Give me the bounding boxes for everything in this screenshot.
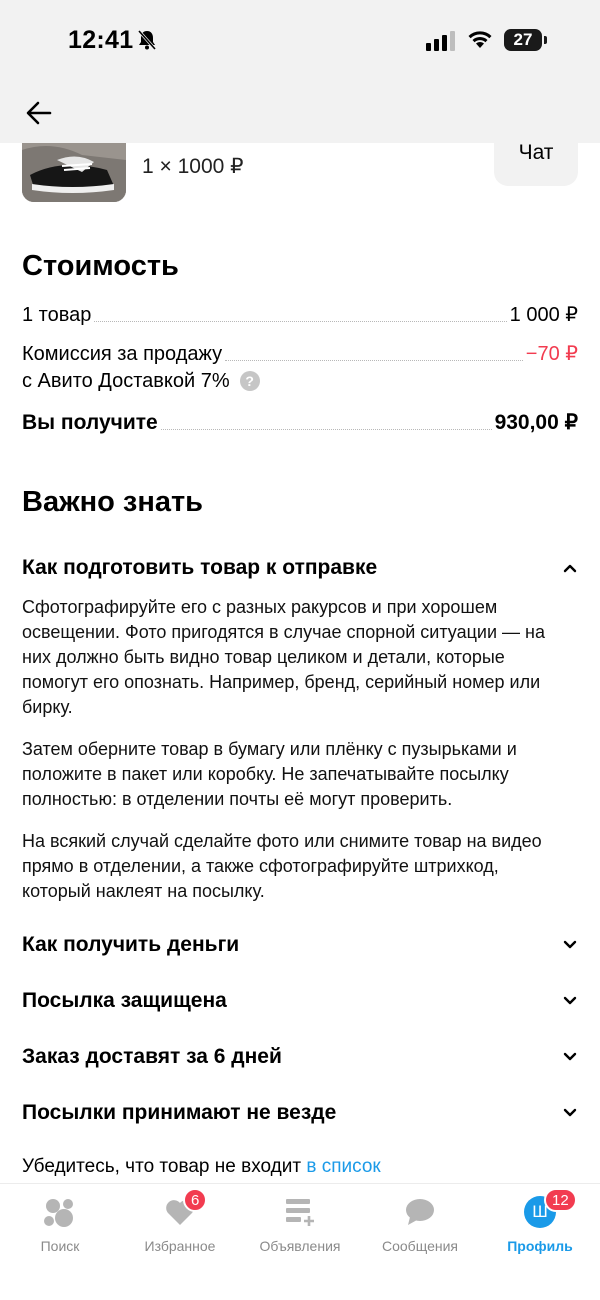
heart-icon: 6 [165, 1188, 208, 1230]
tab-label: Сообщения [382, 1238, 458, 1254]
back-arrow-icon[interactable] [26, 100, 52, 126]
bell-muted-icon [138, 30, 156, 50]
accordion-title: Как подготовить товар к отправке [22, 556, 378, 579]
product-qty-price: 1 × 1000 ₽ [142, 155, 244, 178]
commission-label-line2: с Авито Доставкой 7%? [22, 370, 260, 393]
accordion-title: Посылка защищена [22, 989, 227, 1012]
cellular-signal-icon [426, 31, 455, 51]
note-text: Убедитесь, что товар не входит [22, 1156, 307, 1177]
dotted-leader [160, 429, 492, 430]
battery-tip [544, 36, 547, 44]
accordion-prepare[interactable]: Как подготовить товар к отправке [22, 556, 578, 580]
tab-search[interactable]: Поиск [0, 1184, 120, 1254]
cost-row-label: Вы получите [22, 411, 158, 434]
important-title: Важно знать [22, 486, 204, 518]
chevron-down-icon [563, 1052, 577, 1061]
restricted-list-link[interactable]: в список [306, 1156, 380, 1177]
chevron-down-icon [563, 1108, 577, 1117]
chat-bubble-icon [404, 1194, 436, 1230]
wifi-icon [468, 31, 492, 48]
restricted-list-note: Убедитесь, что товар не входит в список [22, 1156, 381, 1178]
accordion-protected[interactable]: Посылка защищена [22, 989, 578, 1013]
tab-profile[interactable]: Ш 12 Профиль [480, 1184, 600, 1254]
tab-favorites[interactable]: 6 Избранное [120, 1184, 240, 1254]
cost-row-value: −70 ₽ [525, 343, 578, 365]
paragraph: Затем оберните товар в бумагу или плёнку… [22, 739, 517, 809]
chevron-down-icon [563, 940, 577, 949]
accordion-title: Заказ доставят за 6 дней [22, 1045, 282, 1068]
profile-badge: 12 [544, 1188, 577, 1212]
cost-row-label: Комиссия за продажу [22, 343, 223, 365]
paragraph: Сфотографируйте его с разных ракурсов и … [22, 597, 545, 717]
profile-icon: Ш 12 [524, 1188, 577, 1230]
cost-row-value: 930,00 ₽ [494, 411, 578, 434]
tab-messages[interactable]: Сообщения [360, 1184, 480, 1254]
tab-label: Избранное [144, 1238, 216, 1254]
info-icon[interactable]: ? [239, 371, 260, 391]
accordion-title: Посылки принимают не везде [22, 1101, 337, 1124]
battery-icon: 27 [504, 29, 542, 51]
favorites-badge: 6 [183, 1188, 208, 1212]
bottom-tab-bar: Поиск 6 Избранное Объявления Сообщения Ш… [0, 1183, 600, 1300]
dotted-leader [94, 321, 507, 322]
paragraph: На всякий случай сделайте фото или сними… [22, 831, 542, 901]
dotted-leader [225, 360, 523, 361]
cost-row-label: 1 товар [22, 304, 92, 326]
search-dots-icon [43, 1194, 77, 1230]
status-time: 12:41 [68, 26, 134, 54]
cost-row-commission: Комиссия за продажу −70 ₽ [22, 341, 578, 366]
tab-label: Профиль [507, 1238, 573, 1254]
accordion-title: Как получить деньги [22, 933, 240, 956]
accordion-delivery-time[interactable]: Заказ доставят за 6 дней [22, 1045, 578, 1069]
tab-listings[interactable]: Объявления [240, 1184, 360, 1254]
commission-label-cont: с Авито Доставкой 7% [22, 370, 230, 392]
chevron-down-icon [563, 996, 577, 1005]
listings-add-icon [284, 1194, 316, 1230]
cost-row-items: 1 товар 1 000 ₽ [22, 302, 578, 327]
cost-title: Стоимость [22, 250, 179, 282]
cost-row-total: Вы получите 930,00 ₽ [22, 410, 578, 435]
accordion-money[interactable]: Как получить деньги [22, 933, 578, 957]
cost-row-value: 1 000 ₽ [509, 304, 578, 326]
accordion-not-everywhere[interactable]: Посылки принимают не везде [22, 1101, 578, 1125]
chevron-up-icon [563, 564, 577, 573]
tab-label: Поиск [40, 1238, 80, 1254]
tab-label: Объявления [259, 1238, 341, 1254]
top-bar: 12:41 27 [0, 0, 600, 143]
